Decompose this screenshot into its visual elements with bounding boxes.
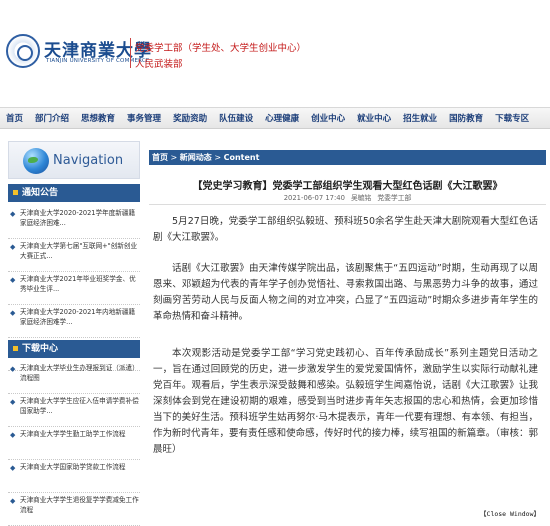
article-source: 党委学工部: [377, 194, 412, 202]
nav-item-mental-health[interactable]: 心理健康: [259, 112, 305, 124]
breadcrumb-content[interactable]: Content: [224, 153, 260, 162]
breadcrumb-home[interactable]: 首页: [152, 153, 168, 162]
sidebar: Navigation 通知公告 ◆ 天津商业大学2020-2021学年度新疆籍家庭…: [8, 141, 140, 526]
nav-item-startup[interactable]: 创业中心: [305, 112, 351, 124]
department-name: 党委学工部（学生处、大学生创业中心）: [135, 43, 307, 54]
bullet-icon: ◆: [10, 309, 16, 317]
close-window-button[interactable]: 【Close Window】: [480, 508, 540, 518]
nav-item-aid[interactable]: 奖励资助: [167, 112, 213, 124]
article-paragraph: 5月27日晚，党委学工部组织弘毅班、预科班50余名学生赴天津大剧院观看大型红色话…: [153, 216, 538, 243]
breadcrumb-news[interactable]: 新闻动态: [180, 153, 212, 162]
article-paragraph: 话剧《大江歌罢》由天津传媒学院出品，该剧聚焦于“五四运动”时期，生动再现了以周恩…: [153, 263, 538, 322]
download-item[interactable]: ◆ 天津商业大学学生应征入伍申请学费补偿国家助学...: [8, 394, 140, 427]
article-title: 【党史学习教育】党委学工部组织学生观看大型红色话剧《大江歌罢》: [192, 181, 503, 192]
bullet-icon: ◆: [10, 365, 16, 373]
download-item[interactable]: ◆ 天津商业大学毕业生办理报到证（派遣）流程图: [8, 361, 140, 394]
notice-item[interactable]: ◆ 天津商业大学第七届"互联网+"创新创业大赛正式...: [8, 239, 140, 272]
bullet-icon: ◆: [10, 210, 16, 218]
globe-icon: [23, 148, 49, 174]
bullet-icon: ◆: [10, 464, 16, 472]
breadcrumb: 首页 > 新闻动态 > Content: [149, 150, 546, 165]
nav-item-home[interactable]: 首页: [0, 112, 29, 124]
article-paragraph: 本次观影活动是党委学工部“学习党史践初心、百年传承励成长”系列主题党日活动之一，…: [153, 348, 538, 455]
notice-item[interactable]: ◆ 天津商业大学2020-2021年内地新疆籍家庭经济困难学...: [8, 305, 140, 338]
main-nav-bar: 首页 部门介绍 思想教育 事务管理 奖励资助 队伍建设 心理健康 创业中心 就业…: [0, 107, 550, 129]
nav-item-downloads[interactable]: 下载专区: [489, 112, 535, 124]
notice-item[interactable]: ◆ 天津商业大学2020-2021学年度新疆籍家庭经济困难...: [8, 206, 140, 239]
notice-item[interactable]: ◆ 天津商业大学2021年毕业班奖学金、优秀毕业生评...: [8, 272, 140, 305]
university-seal-icon[interactable]: [6, 34, 40, 68]
article-author: 吴毓铭: [350, 194, 372, 202]
breadcrumb-separator: >: [168, 153, 180, 162]
download-item[interactable]: ◆ 天津商业大学学生退役复学学费减免工作流程: [8, 493, 140, 526]
logo-divider: [130, 38, 131, 68]
nav-item-team[interactable]: 队伍建设: [213, 112, 259, 124]
notice-section-header[interactable]: 通知公告: [8, 184, 140, 202]
bullet-icon: ◆: [10, 398, 16, 406]
department-subname: 人民武装部: [135, 59, 183, 70]
main-content: 首页 > 新闻动态 > Content 【党史学习教育】党委学工部组织学生观看大…: [149, 150, 546, 526]
site-header: 天津商業大學 TIANJIN UNIVERSITY OF COMMERCE 党委…: [0, 0, 550, 78]
nav-item-admissions[interactable]: 招生就业: [397, 112, 443, 124]
breadcrumb-separator: >: [211, 153, 224, 162]
navigation-title: Navigation: [53, 153, 124, 168]
article-date: 2021-06-07 17:40: [283, 194, 345, 202]
article-meta: 2021-06-07 17:40 吴毓铭 党委学工部: [149, 192, 546, 202]
download-item[interactable]: ◆ 天津商业大学国家助学贷款工作流程: [8, 460, 140, 493]
nav-item-about[interactable]: 部门介绍: [29, 112, 75, 124]
download-item[interactable]: ◆ 天津商业大学学生勤工助学工作流程: [8, 427, 140, 460]
title-divider: [149, 204, 546, 205]
bullet-icon: ◆: [10, 431, 16, 439]
nav-item-affairs[interactable]: 事务管理: [121, 112, 167, 124]
nav-item-ideology[interactable]: 思想教育: [75, 112, 121, 124]
nav-item-employment[interactable]: 就业中心: [351, 112, 397, 124]
bullet-icon: ◆: [10, 243, 16, 251]
download-section-header[interactable]: 下载中心: [8, 340, 140, 358]
bullet-icon: ◆: [10, 276, 16, 284]
bullet-icon: ◆: [10, 497, 16, 505]
nav-item-defense[interactable]: 国防教育: [443, 112, 489, 124]
download-list: ◆ 天津商业大学毕业生办理报到证（派遣）流程图 ◆ 天津商业大学学生应征入伍申请学费…: [8, 361, 140, 526]
sidebar-navigation-header: Navigation: [8, 141, 140, 179]
